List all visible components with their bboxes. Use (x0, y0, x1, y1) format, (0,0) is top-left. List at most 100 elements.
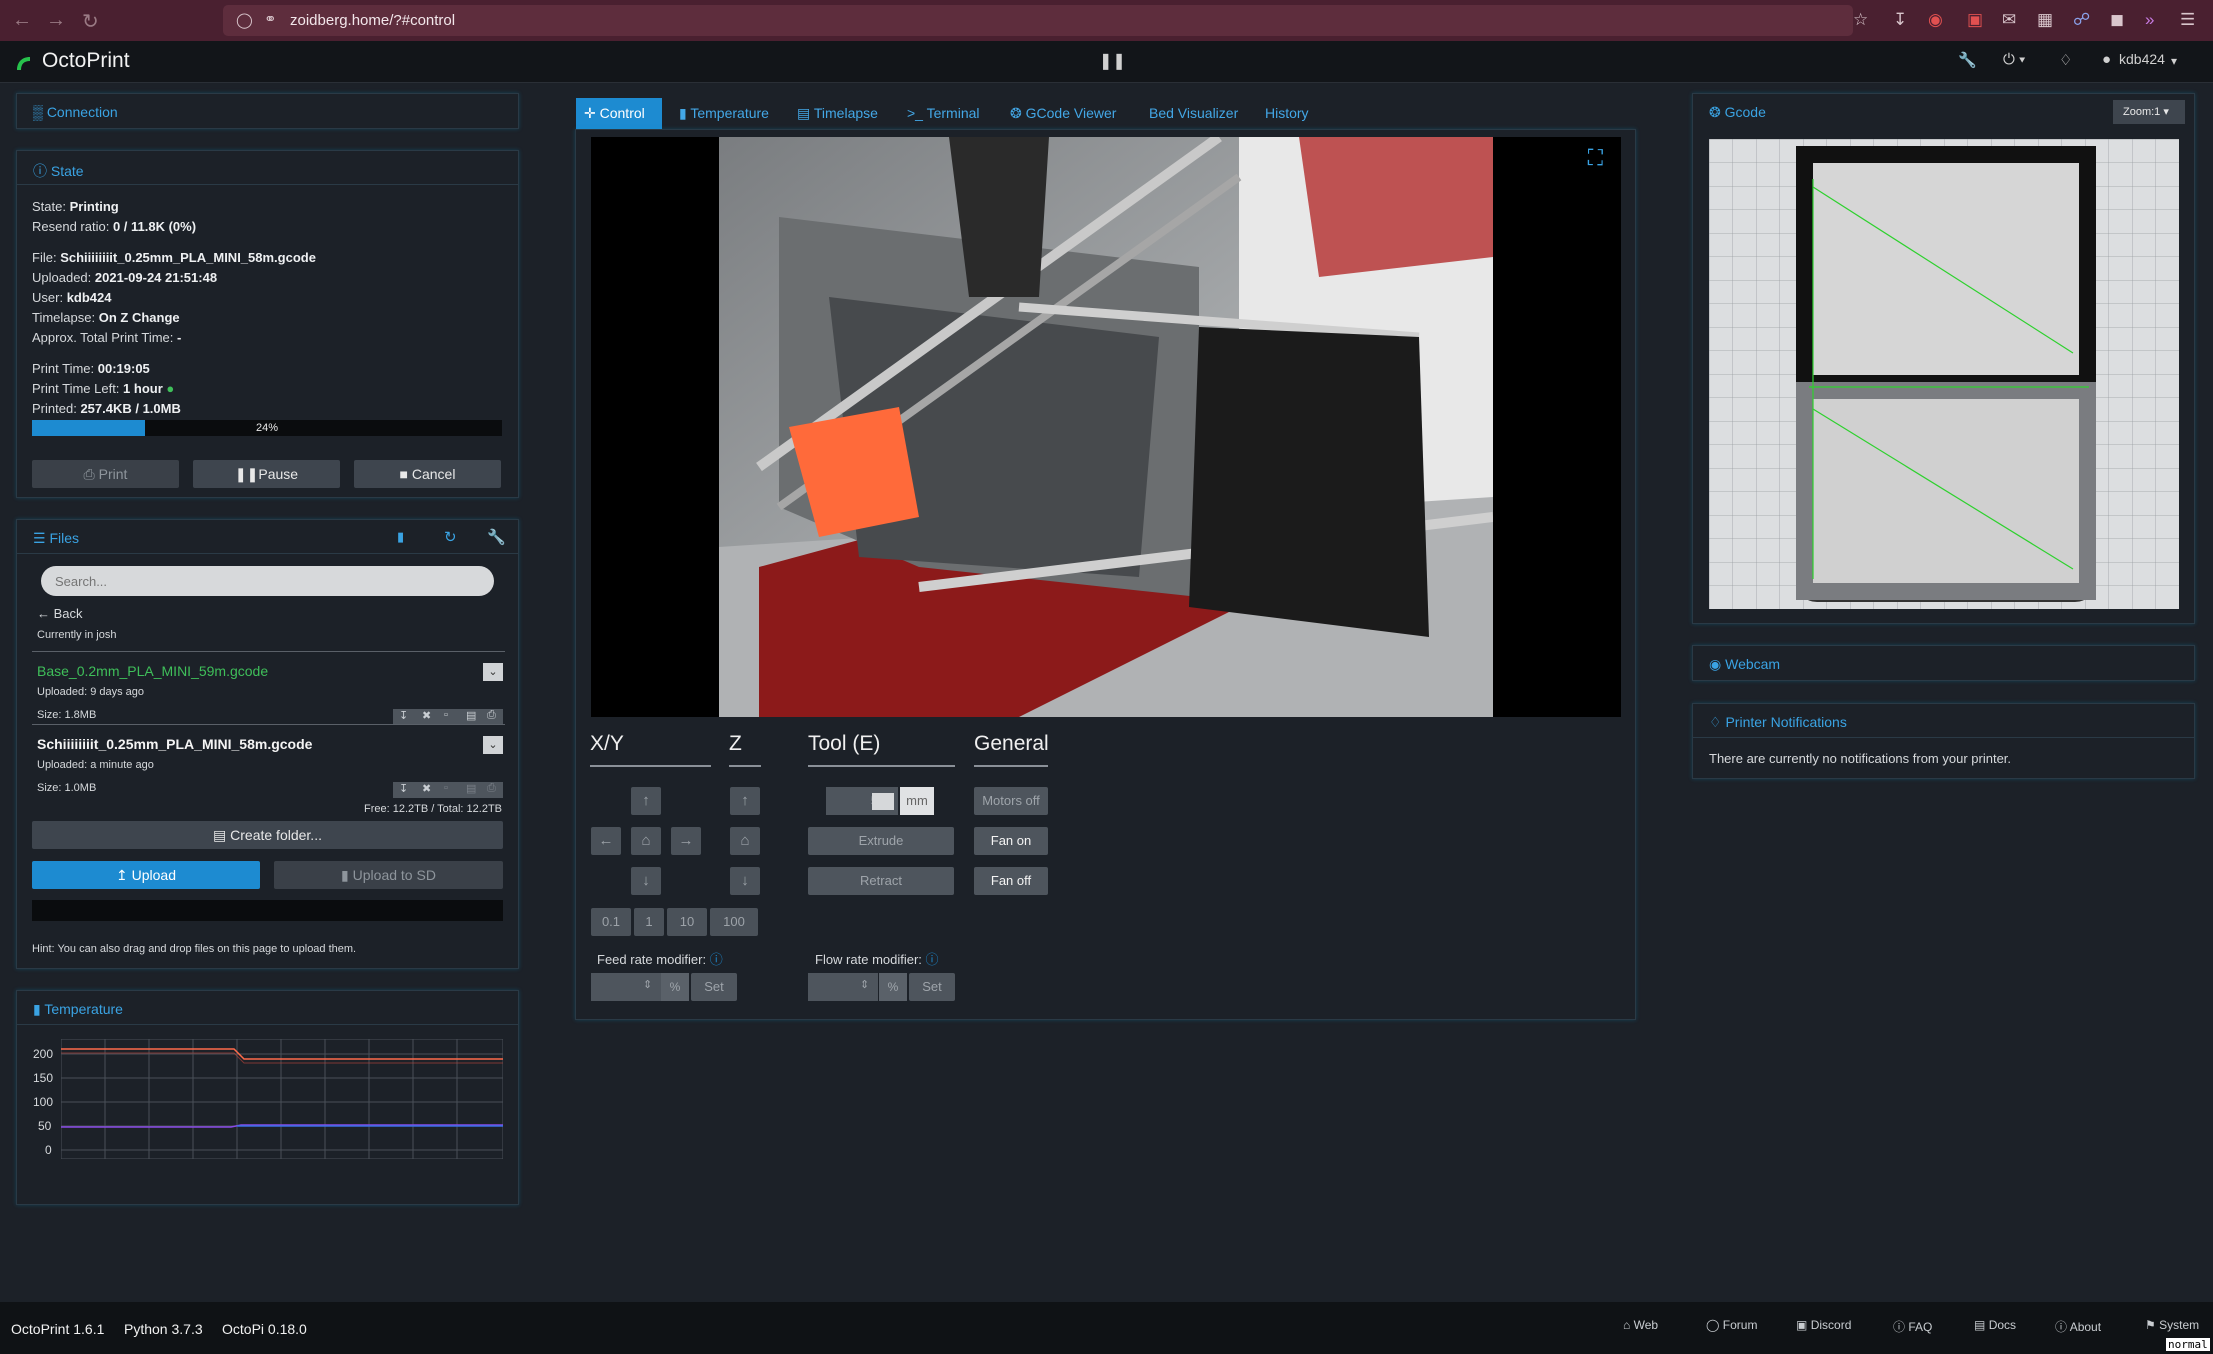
download-icon[interactable]: ↧ (1893, 10, 1907, 30)
bookmark-star-icon[interactable]: ☆ (1853, 10, 1868, 30)
files-header[interactable]: ☰ Files (17, 520, 518, 554)
footer-link-system[interactable]: ⚑ System (2145, 1318, 2199, 1332)
trash-icon[interactable]: ▫ (444, 709, 448, 721)
tab-terminal[interactable]: >_ Terminal (899, 98, 988, 129)
footer-link-web[interactable]: ⌂ Web (1623, 1318, 1658, 1332)
gcode-title: Gcode (1724, 104, 1766, 120)
user-menu[interactable]: kdb424 (2119, 51, 2165, 67)
extrude-button[interactable]: Extrude (808, 827, 954, 855)
brand-title[interactable]: OctoPrint (42, 49, 130, 73)
webcam-header[interactable]: ◉ Webcam (1693, 646, 2194, 680)
remove-icon[interactable]: ✖ (422, 782, 431, 795)
chevron-down-icon[interactable]: ⌄ (483, 736, 503, 754)
footer-link-discord[interactable]: ▣ Discord (1796, 1318, 1851, 1332)
footer-link-faq[interactable]: ⓘ FAQ (1893, 1318, 1932, 1335)
jog-y-minus-button[interactable]: ↓ (631, 867, 661, 895)
forward-icon[interactable]: → (46, 9, 66, 32)
motors-off-button[interactable]: Motors off (974, 787, 1048, 815)
state-header[interactable]: ⓘ State (17, 151, 518, 185)
chat-icon: ◯ (1706, 1318, 1720, 1332)
print-time-line: Print Time: 00:19:05 (32, 361, 150, 376)
fan-on-button[interactable]: Fan on (974, 827, 1048, 855)
reload-icon[interactable]: ↻ (82, 9, 99, 34)
file-search-input[interactable] (41, 566, 494, 596)
extension-tab-icon[interactable]: ▦ (2037, 10, 2053, 30)
url-text[interactable]: zoidberg.home/?#control (290, 12, 455, 29)
home-z-button[interactable]: ⌂ (730, 827, 760, 855)
spinner-icon[interactable] (872, 793, 894, 810)
tab-gcode-viewer[interactable]: ❂ GCode Viewer (1002, 98, 1124, 129)
retract-button[interactable]: Retract (808, 867, 954, 895)
back-link[interactable]: ← Back (37, 606, 83, 621)
footer-link-about[interactable]: ⓘ About (2055, 1318, 2101, 1335)
upload-button[interactable]: ↥ Upload (32, 861, 260, 889)
link-icon[interactable]: ☍ (2073, 10, 2090, 30)
chevron-down-icon[interactable]: ▾ (2171, 54, 2177, 68)
temperature-graph (61, 1039, 503, 1159)
spinner-icon[interactable]: ⇕ (860, 978, 869, 991)
tab-control[interactable]: ✛ Control (576, 98, 662, 129)
download-icon[interactable]: ↧ (399, 782, 408, 795)
extension-p-icon[interactable]: ◼ (2110, 10, 2124, 30)
fan-off-button[interactable]: Fan off (974, 867, 1048, 895)
pause-button[interactable]: ❚❚Pause (193, 460, 340, 488)
tab-temperature[interactable]: ▮ Temperature (671, 98, 777, 129)
tab-bed-visualizer[interactable]: Bed Visualizer (1141, 98, 1246, 129)
bell-icon[interactable]: ♢ (2059, 51, 2072, 69)
file-list-item[interactable]: Base_0.2mm_PLA_MINI_59m.gcode Uploaded: … (32, 653, 505, 725)
chevron-down-icon[interactable]: ⌄ (483, 663, 503, 681)
wrench-settings-icon[interactable]: 🔧 (487, 528, 506, 546)
user-icon[interactable]: ● (2102, 51, 2111, 68)
connection-header[interactable]: ▒ Connection (17, 94, 518, 128)
footer-link-docs[interactable]: ▤ Docs (1974, 1318, 2016, 1332)
create-folder-button[interactable]: ▤ Create folder... (32, 821, 503, 849)
jog-z-plus-button[interactable]: ↑ (730, 787, 760, 815)
jog-x-plus-button[interactable]: → (671, 827, 701, 855)
menu-icon[interactable]: ☰ (2180, 10, 2195, 30)
mail-icon[interactable]: ✉ (2002, 10, 2016, 30)
download-icon[interactable]: ↧ (399, 709, 408, 722)
print-button[interactable]: ⎙ Print (32, 460, 179, 488)
cancel-button[interactable]: ■ Cancel (354, 460, 501, 488)
step-size-button[interactable]: 100 (710, 908, 758, 936)
back-icon[interactable]: ← (12, 9, 32, 32)
step-size-button[interactable]: 0.1 (591, 908, 631, 936)
temperature-header[interactable]: ▮ Temperature (17, 991, 518, 1025)
refresh-icon[interactable]: ↻ (444, 528, 457, 546)
remove-icon[interactable]: ✖ (422, 709, 431, 722)
tab-timelapse[interactable]: ▤ Timelapse (789, 98, 886, 129)
jog-z-minus-button[interactable]: ↓ (730, 867, 760, 895)
address-bar[interactable] (223, 5, 1853, 36)
jog-x-minus-button[interactable]: ← (591, 827, 621, 855)
upload-sd-button[interactable]: ▮ Upload to SD (274, 861, 503, 889)
info-icon[interactable]: ⓘ (926, 952, 939, 967)
extension-pocket-icon[interactable]: ▣ (1967, 10, 1983, 30)
file-name[interactable]: Base_0.2mm_PLA_MINI_59m.gcode (37, 663, 268, 679)
extension-ublock-icon[interactable]: ◉ (1928, 10, 1943, 30)
spinner-icon[interactable]: ⇕ (643, 978, 652, 991)
step-size-button[interactable]: 10 (667, 908, 707, 936)
power-icon[interactable]: ⏻ ▾ (2003, 51, 2025, 68)
tab-history[interactable]: History (1257, 98, 1317, 129)
info-icon[interactable]: ⓘ (710, 952, 723, 967)
trash-icon[interactable]: ▫ (444, 782, 448, 794)
print-file-icon[interactable]: ⎙ (487, 709, 496, 722)
folder-icon[interactable]: ▤ (466, 709, 476, 722)
file-name[interactable]: Schiiiiiiiit_0.25mm_PLA_MINI_58m.gcode (37, 736, 312, 752)
folder-icon[interactable]: ▤ (466, 782, 476, 795)
file-list-item[interactable]: Schiiiiiiiit_0.25mm_PLA_MINI_58m.gcode U… (32, 726, 505, 798)
print-file-icon[interactable]: ⎙ (487, 782, 496, 795)
step-size-button[interactable]: 1 (634, 908, 664, 936)
jog-y-plus-button[interactable]: ↑ (631, 787, 661, 815)
wrench-icon[interactable]: 🔧 (1958, 51, 1977, 69)
overflow-chevron-icon[interactable]: » (2145, 10, 2154, 30)
tool-heading: Tool (E) (808, 732, 881, 755)
footer-link-forum[interactable]: ◯ Forum (1706, 1318, 1757, 1332)
notifications-header[interactable]: ♢ Printer Notifications (1693, 704, 2194, 738)
sd-card-icon[interactable]: ▮ (397, 529, 404, 545)
home-xy-button[interactable]: ⌂ (631, 827, 661, 855)
fullscreen-icon[interactable]: ⛶ (1588, 145, 1603, 171)
zoom-dropdown[interactable]: Zoom:1 ▾ (2113, 100, 2185, 124)
feed-rate-set-button[interactable]: Set (691, 973, 737, 1001)
flow-rate-set-button[interactable]: Set (909, 973, 955, 1001)
